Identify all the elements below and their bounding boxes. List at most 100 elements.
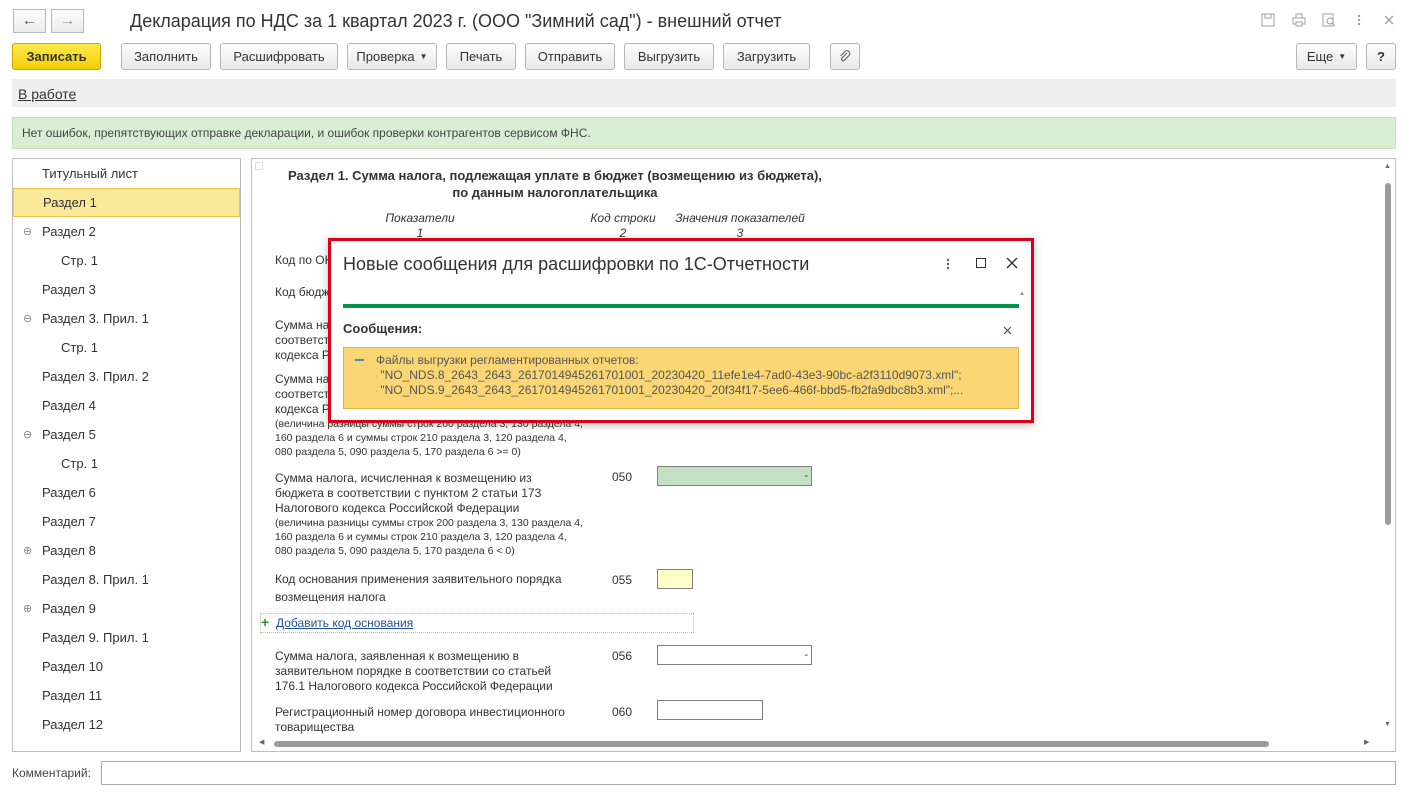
sidebar-item-label: Стр. 1	[61, 253, 99, 268]
upload-button[interactable]: Выгрузить	[624, 43, 714, 70]
sidebar-item[interactable]: Титульный лист	[13, 159, 240, 188]
row-056-value[interactable]: -	[657, 645, 812, 665]
messages-close-icon[interactable]	[1003, 323, 1012, 338]
more-button-label: Еще	[1306, 49, 1334, 64]
row-055-value[interactable]	[657, 569, 693, 589]
sidebar-item-label: Раздел 9	[42, 601, 96, 616]
dialog-close-icon[interactable]	[1006, 257, 1018, 272]
paperclip-icon	[840, 49, 851, 61]
window-title: Декларация по НДС за 1 квартал 2023 г. (…	[130, 11, 782, 31]
sidebar-item[interactable]: Раздел 10	[13, 652, 240, 681]
sidebar-item-label: Стр. 1	[61, 340, 99, 355]
sidebar-item[interactable]: Стр. 1	[13, 449, 240, 478]
sidebar-item-label: Раздел 10	[42, 659, 104, 674]
dropdown-arrow-icon: ▼	[1338, 52, 1347, 61]
sidebar-item[interactable]: ⊖ Раздел 3. Прил. 1	[13, 304, 240, 333]
form-corner	[255, 162, 263, 170]
sidebar-item[interactable]: Раздел 8. Прил. 1	[13, 565, 240, 594]
sidebar-item[interactable]: ⊕ Раздел 9	[13, 594, 240, 623]
sidebar-item[interactable]: ⊕ Раздел 8	[13, 536, 240, 565]
more-vert-icon[interactable]	[1351, 12, 1367, 28]
row-050-note3: 080 раздела 5, 090 раздела 5, 170 раздел…	[275, 545, 515, 557]
expand-toggle-icon[interactable]: ⊕	[23, 544, 32, 557]
sidebar-item[interactable]: Раздел 1	[13, 188, 240, 217]
collapse-toggle-icon[interactable]: ⊖	[23, 225, 32, 238]
print-icon[interactable]	[1291, 12, 1307, 28]
sidebar-item-label: Раздел 3. Прил. 2	[42, 369, 149, 384]
dropdown-arrow-icon: ▼	[419, 52, 428, 61]
maximize-icon[interactable]	[976, 258, 986, 268]
collapse-icon[interactable]	[355, 359, 364, 361]
row-060-code: 060	[612, 705, 633, 719]
fill-button[interactable]: Заполнить	[121, 43, 211, 70]
row-050-line3: Налогового кодекса Российской Федерации	[275, 501, 520, 515]
sidebar-item[interactable]: Раздел 6	[13, 478, 240, 507]
sidebar-item[interactable]: Стр. 1	[13, 246, 240, 275]
sidebar-item[interactable]: Раздел 3	[13, 275, 240, 304]
more-button[interactable]: Еще ▼	[1296, 43, 1357, 70]
check-button[interactable]: Проверка ▼	[347, 43, 437, 70]
comment-input[interactable]	[101, 761, 1396, 785]
dialog-menu-icon[interactable]	[946, 257, 950, 274]
scroll-right-arrow[interactable]: ▶	[1364, 738, 1369, 746]
sidebar-item[interactable]: ⊖ Раздел 2	[13, 217, 240, 246]
horizontal-scrollbar[interactable]	[274, 741, 1269, 747]
save-button[interactable]: Записать	[12, 43, 101, 70]
row-060-value[interactable]	[657, 700, 763, 720]
message-text: Файлы выгрузки регламентированных отчето…	[376, 353, 1016, 398]
row-055-line1: Код основания применения заявительного п…	[275, 572, 562, 586]
send-button[interactable]: Отправить	[525, 43, 615, 70]
row-030-line3: кодекса Р	[275, 348, 330, 362]
close-icon[interactable]	[1381, 12, 1397, 28]
dialog-scroll-arrow: ▲	[1019, 291, 1025, 297]
expand-toggle-icon[interactable]: ⊕	[23, 602, 32, 615]
collapse-toggle-icon[interactable]: ⊖	[23, 428, 32, 441]
attach-button[interactable]	[830, 43, 860, 70]
sidebar-item[interactable]: Раздел 3. Прил. 2	[13, 362, 240, 391]
row-050-value[interactable]: -	[657, 466, 812, 486]
print-button[interactable]: Печать	[446, 43, 516, 70]
back-button[interactable]: ←	[13, 9, 46, 33]
download-button[interactable]: Загрузить	[723, 43, 810, 70]
sidebar-item[interactable]: Стр. 1	[13, 333, 240, 362]
row-kbk-label: Код бюдж	[275, 285, 330, 299]
col-header-code: Код строки 2	[588, 211, 658, 241]
scroll-down-arrow[interactable]: ▼	[1384, 721, 1391, 728]
row-056-line1: Сумма налога, заявленная к возмещению в	[275, 649, 520, 663]
row-030-line2: соответст	[275, 333, 330, 347]
sidebar-item-label: Раздел 3	[42, 282, 96, 297]
sidebar-item[interactable]: Раздел 4	[13, 391, 240, 420]
preview-icon[interactable]	[1321, 12, 1337, 28]
scroll-up-arrow[interactable]: ▲	[1384, 163, 1391, 170]
collapse-toggle-icon[interactable]: ⊖	[23, 312, 32, 325]
vertical-scrollbar[interactable]	[1385, 183, 1391, 525]
help-button[interactable]: ?	[1366, 43, 1396, 70]
add-basis-link[interactable]: Добавить код основания	[276, 616, 413, 630]
section-tree: Титульный лист Раздел 1 ⊖ Раздел 2 Стр. 1 Раз…	[13, 159, 240, 751]
message-box[interactable]: Файлы выгрузки регламентированных отчето…	[343, 347, 1019, 409]
status-link[interactable]: В работе	[18, 86, 76, 102]
scroll-left-arrow[interactable]: ◀	[259, 738, 264, 746]
decode-button[interactable]: Расшифровать	[220, 43, 338, 70]
sidebar-item[interactable]: Раздел 12	[13, 710, 240, 739]
status-bar	[12, 79, 1396, 107]
messages-section-label: Сообщения:	[343, 321, 423, 336]
forward-button[interactable]: →	[51, 9, 84, 33]
sidebar-item-label: Раздел 3. Прил. 1	[42, 311, 149, 326]
sidebar-item[interactable]: ⊖ Раздел 5	[13, 420, 240, 449]
col-header-values: Значения показателей 3	[671, 211, 809, 241]
save-doc-icon[interactable]	[1260, 12, 1276, 28]
sidebar-item[interactable]: Раздел 7	[13, 507, 240, 536]
row-055-code: 055	[612, 573, 633, 587]
sidebar-item[interactable]: Раздел 11	[13, 681, 240, 710]
row-050-line2: бюджета в соответствии с пунктом 2 стать…	[275, 486, 542, 500]
message-line2: - "NO_NDS.8_2643_2643_261701494526170100…	[376, 368, 962, 382]
sidebar-item[interactable]: Раздел 9. Прил. 1	[13, 623, 240, 652]
progress-bar	[343, 304, 1019, 308]
col-header-values-text: Значения показателей	[675, 211, 805, 225]
messages-dialog: Новые сообщения для расшифровки по 1С-От…	[328, 238, 1034, 423]
comment-label: Комментарий:	[12, 766, 91, 780]
row-050-line1: Сумма налога, исчисленная к возмещению и…	[275, 471, 532, 485]
sidebar-item-label: Раздел 9. Прил. 1	[42, 630, 149, 645]
row-056-code: 056	[612, 649, 633, 663]
